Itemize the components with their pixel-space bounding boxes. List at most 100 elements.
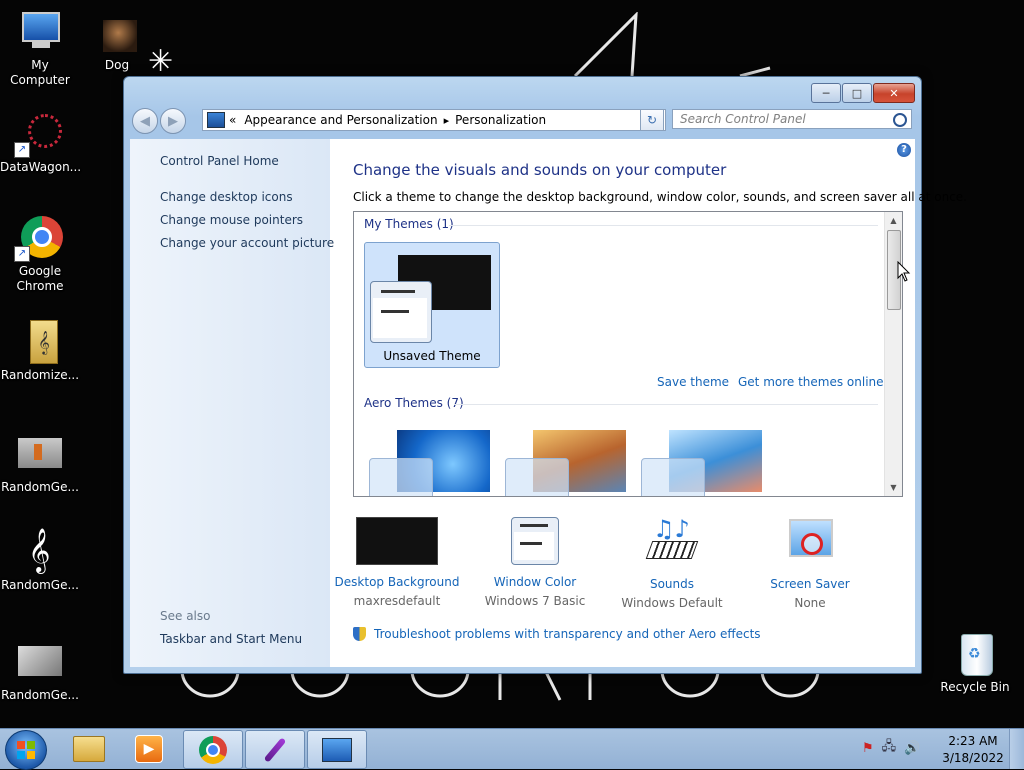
- setting-title[interactable]: Desktop Background: [327, 575, 467, 589]
- caption-buttons: ─ □ ✕: [811, 83, 915, 103]
- window-color-icon: [511, 517, 559, 565]
- search-input[interactable]: Search Control Panel: [672, 109, 912, 129]
- close-button[interactable]: ✕: [873, 83, 915, 103]
- sidebar-link-desktop-icons[interactable]: Change desktop icons: [160, 190, 293, 204]
- setting-sounds[interactable]: ♫♪ Sounds Windows Default: [602, 515, 742, 610]
- image-thumbnail-icon: [16, 640, 64, 684]
- desktop-icon-datawagon[interactable]: ↗ DataWagon...: [0, 112, 82, 175]
- taskbar-control-panel[interactable]: [307, 730, 367, 769]
- search-icon[interactable]: [893, 113, 907, 127]
- sidebar: Control Panel Home Change desktop icons …: [130, 139, 334, 667]
- search-placeholder: Search Control Panel: [680, 112, 806, 126]
- chrome-icon: [199, 735, 227, 764]
- mouse-cursor-icon: [897, 261, 911, 282]
- network-icon[interactable]: 🖧: [882, 737, 897, 759]
- theme-characters[interactable]: [636, 430, 762, 496]
- themes-scrollbar[interactable]: ▲ ▼: [884, 212, 902, 496]
- setting-screen-saver[interactable]: Screen Saver None: [740, 517, 880, 610]
- windows-logo-icon: [17, 741, 35, 759]
- dog-image-icon: [93, 10, 141, 54]
- show-desktop-button[interactable]: [1009, 729, 1024, 769]
- flag-icon[interactable]: ⚑: [862, 741, 874, 756]
- setting-window-color[interactable]: Window Color Windows 7 Basic: [465, 517, 605, 608]
- maximize-button[interactable]: □: [842, 83, 872, 103]
- save-theme-link[interactable]: Save theme: [657, 375, 729, 389]
- taskbar-chrome[interactable]: [183, 730, 243, 769]
- setting-title[interactable]: Window Color: [465, 575, 605, 589]
- taskbar-clock[interactable]: 2:23 AM 3/18/2022: [940, 733, 1006, 767]
- taskbar: ▶ ⚑ 🖧 🔊 2:23 AM 3/18/2022: [0, 728, 1024, 770]
- setting-title[interactable]: Screen Saver: [740, 577, 880, 591]
- scroll-down-icon[interactable]: ▼: [885, 479, 902, 496]
- theme-window-preview-icon: [370, 281, 432, 343]
- personalization-window: ─ □ ✕ ◀ ▶ « Appearance and Personalizati…: [123, 76, 967, 674]
- theme-unsaved[interactable]: Unsaved Theme: [364, 242, 500, 368]
- page-description: Click a theme to change the desktop back…: [353, 190, 967, 204]
- desktop-icon-google-chrome[interactable]: ↗ Google Chrome: [0, 216, 80, 294]
- shortcut-arrow-icon: ↗: [14, 246, 30, 262]
- desktop-icon-label: RandomGe...: [1, 480, 79, 494]
- address-bar[interactable]: « Appearance and Personalization ▸ Perso…: [202, 109, 666, 131]
- get-more-themes-link[interactable]: Get more themes online: [738, 375, 884, 389]
- desktop-icon-randomge-3[interactable]: RandomGe...: [0, 640, 80, 703]
- start-button[interactable]: [5, 730, 47, 770]
- aero-themes-heading: Aero Themes (7): [364, 396, 464, 410]
- desktop-icon-label: DataWagon...: [0, 160, 82, 174]
- datawagon-icon: ↗: [14, 112, 64, 158]
- back-button[interactable]: ◀: [132, 108, 158, 134]
- desktop-icon-my-computer[interactable]: My Computer: [0, 10, 80, 88]
- taskbar-explorer[interactable]: [60, 730, 118, 767]
- setting-desktop-background[interactable]: Desktop Background maxresdefault: [327, 517, 467, 608]
- refresh-button[interactable]: ↻: [640, 109, 664, 131]
- theme-window-preview-icon: [505, 458, 569, 496]
- setting-value: maxresdefault: [353, 594, 441, 608]
- sidebar-link-mouse-pointers[interactable]: Change mouse pointers: [160, 213, 303, 227]
- sidebar-link-taskbar-start-menu[interactable]: Taskbar and Start Menu: [160, 632, 302, 646]
- breadcrumb-item-appearance[interactable]: Appearance and Personalization: [244, 113, 437, 127]
- troubleshoot-link[interactable]: Troubleshoot problems with transparency …: [374, 627, 761, 641]
- desktop-background-icon: [356, 517, 438, 565]
- breadcrumb-item-personalization[interactable]: Personalization: [455, 113, 546, 127]
- volume-icon[interactable]: 🔊: [904, 741, 920, 756]
- taskbar-paint[interactable]: [245, 730, 305, 769]
- music-note-icon: 𝄞: [28, 528, 51, 572]
- forward-button[interactable]: ▶: [160, 108, 186, 134]
- minimize-button[interactable]: ─: [811, 83, 841, 103]
- desktop-icon-label: Dog: [104, 58, 130, 72]
- computer-icon: [16, 10, 64, 54]
- see-also-heading: See also: [160, 609, 211, 623]
- desktop-icon-randomize[interactable]: 𝄞 Randomize...: [0, 320, 80, 383]
- breadcrumb-overflow[interactable]: «: [229, 113, 236, 127]
- wallpaper-decoration-top: [573, 12, 771, 78]
- setting-value: None: [794, 596, 826, 610]
- divider: [449, 225, 878, 226]
- desktop-icon-recycle-bin[interactable]: ♻ Recycle Bin: [935, 632, 1015, 695]
- media-player-icon: ▶: [135, 734, 163, 763]
- navigation-bar: ◀ ▶ « Appearance and Personalization ▸ P…: [132, 107, 913, 134]
- scroll-up-icon[interactable]: ▲: [885, 212, 902, 229]
- sidebar-link-control-panel-home[interactable]: Control Panel Home: [160, 154, 279, 168]
- theme-windows-7[interactable]: [364, 430, 490, 496]
- setting-value: Windows 7 Basic: [484, 594, 586, 608]
- divider: [454, 404, 878, 405]
- taskbar-media-player[interactable]: ▶: [120, 730, 178, 767]
- help-icon[interactable]: ?: [897, 143, 911, 157]
- sidebar-link-account-picture[interactable]: Change your account picture: [160, 236, 334, 250]
- desktop-icon-label: Recycle Bin: [940, 680, 1010, 694]
- troubleshoot-row: Troubleshoot problems with transparency …: [353, 627, 761, 641]
- control-panel-icon: [322, 737, 352, 762]
- desktop-icon-dog[interactable]: Dog: [77, 10, 157, 73]
- desktop-icon-randomge-1[interactable]: RandomGe...: [0, 432, 80, 495]
- paintbrush-icon: [263, 736, 287, 763]
- setting-title[interactable]: Sounds: [602, 577, 742, 591]
- control-panel-icon: [207, 112, 225, 128]
- image-thumbnail-icon: [16, 432, 64, 476]
- main-panel: ? Change the visuals and sounds on your …: [327, 139, 967, 667]
- desktop-icon-label: My Computer: [10, 58, 70, 87]
- desktop-icon-label: Randomize...: [0, 368, 80, 382]
- desktop-icon-label: Google Chrome: [16, 264, 64, 293]
- theme-architecture[interactable]: [500, 430, 626, 496]
- desktop-icon-randomge-2[interactable]: 𝄞 RandomGe...: [0, 528, 80, 593]
- clock-date: 3/18/2022: [942, 751, 1004, 765]
- breadcrumb-separator-icon[interactable]: ▸: [444, 114, 450, 127]
